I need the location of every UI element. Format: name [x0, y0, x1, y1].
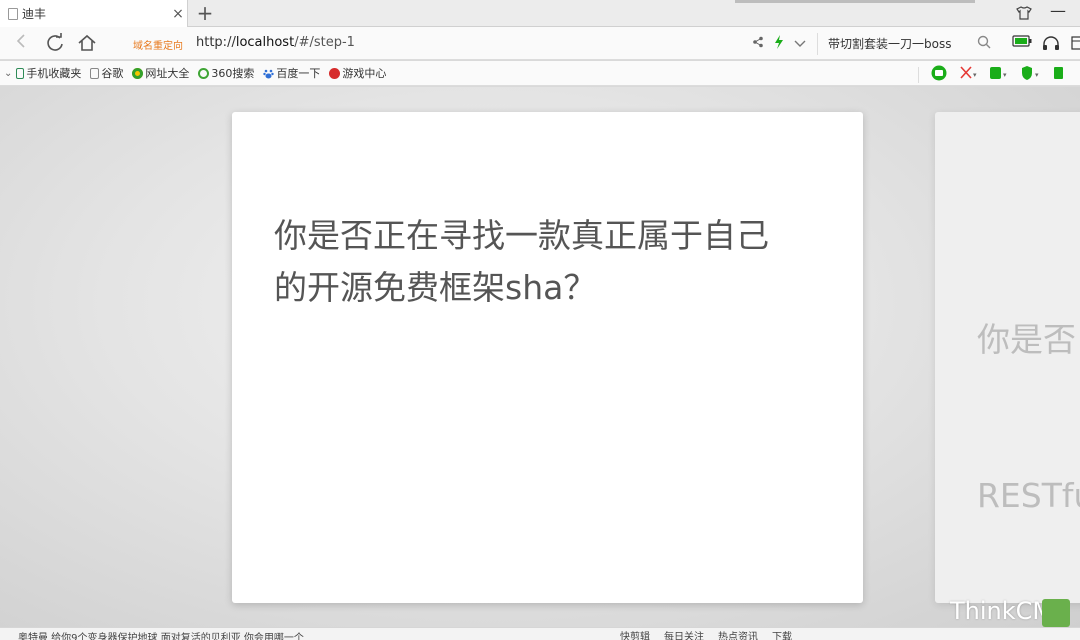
- bookmark-google[interactable]: 谷歌: [90, 65, 123, 81]
- extension-icons: ▾ ▾ ▾: [918, 65, 1063, 84]
- redirect-label[interactable]: 域名重定向: [133, 37, 183, 52]
- svg-text:▾: ▾: [973, 71, 977, 79]
- tab-title: 迪丰: [22, 7, 47, 21]
- wechat-icon[interactable]: [931, 65, 947, 84]
- new-tab-button[interactable]: +: [194, 2, 216, 24]
- url-directory-icon: [132, 67, 144, 79]
- page-icon: [90, 67, 100, 79]
- game-center-icon: [329, 67, 341, 79]
- url-host: localhost: [235, 35, 295, 50]
- tab-active[interactable]: 迪丰 ×: [0, 0, 188, 27]
- bookmark-label: 网址大全: [145, 67, 190, 80]
- status-item-download[interactable]: 下载: [772, 628, 792, 640]
- url-path: /#/step-1: [294, 35, 355, 50]
- status-item-hot-news[interactable]: 热点资讯: [718, 628, 758, 640]
- phone-icon: [16, 67, 25, 79]
- status-bar: 奥特曼 给你9个变身器保护地球 面对复活的贝利亚 你会用哪一个 快剪辑 每日关注…: [0, 627, 1080, 640]
- url-prefix: http://: [196, 35, 236, 50]
- divider: [918, 66, 919, 83]
- close-tab-icon[interactable]: ×: [169, 6, 187, 22]
- share-icon[interactable]: [752, 36, 764, 51]
- minimize-button[interactable]: —: [1050, 1, 1066, 20]
- status-item-daily-focus[interactable]: 每日关注: [664, 628, 704, 640]
- page-icon: [8, 7, 18, 20]
- home-icon[interactable]: [76, 33, 98, 55]
- battery-icon[interactable]: [1012, 35, 1032, 54]
- speed-mode-icon[interactable]: [774, 35, 784, 52]
- watermark-logo: [1042, 599, 1070, 627]
- app-icon[interactable]: [1053, 66, 1063, 83]
- popup-shadow: [735, 0, 975, 3]
- bookmark-label: 谷歌: [101, 67, 124, 80]
- skin-icon[interactable]: [1016, 6, 1032, 20]
- bookmark-360-search[interactable]: 360搜索: [198, 65, 254, 81]
- chevron-down-icon[interactable]: [794, 37, 806, 51]
- page-viewport: 你是否正在寻找一款真正属于自己 的开源免费框架sha？ 你是否 RESTfu T…: [0, 87, 1080, 627]
- bookmark-game-center[interactable]: 游戏中心: [329, 65, 386, 81]
- next-slide-line-2: RESTfu: [977, 476, 1080, 515]
- 360-search-icon: [198, 67, 210, 79]
- toolbar-icons: [1012, 35, 1080, 54]
- translate-icon[interactable]: ▾: [989, 66, 1009, 83]
- status-items: 快剪辑 每日关注 热点资讯 下载: [620, 628, 792, 640]
- presentation-slide-current[interactable]: 你是否正在寻找一款真正属于自己 的开源免费框架sha？: [232, 112, 863, 603]
- divider: [817, 33, 818, 55]
- shield-icon[interactable]: ▾: [1021, 66, 1041, 83]
- bookmark-label: 手机收藏夹: [26, 67, 82, 80]
- news-ticker[interactable]: 奥特曼 给你9个变身器保护地球 面对复活的贝利亚 你会用哪一个: [18, 629, 304, 640]
- search-icon[interactable]: [977, 35, 993, 51]
- next-slide-line-1: 你是否: [977, 320, 1076, 359]
- address-bar: 域名重定向 http://localhost/#/step-1 带切割套装一刀一…: [0, 27, 1080, 60]
- back-icon[interactable]: [10, 33, 32, 55]
- headphones-icon[interactable]: [1042, 35, 1060, 54]
- slide-heading-line-1: 你是否正在寻找一款真正属于自己: [274, 216, 769, 255]
- slide-heading-line-2: 的开源免费框架sha？: [274, 268, 597, 307]
- bookmark-label: 游戏中心: [342, 67, 387, 80]
- svg-text:▾: ▾: [1003, 71, 1007, 79]
- slide-heading: 你是否正在寻找一款真正属于自己 的开源免费框架sha？: [274, 210, 834, 314]
- sidebar-icon[interactable]: [1070, 35, 1080, 54]
- address-icons: [752, 35, 806, 52]
- scissors-icon[interactable]: ▾: [959, 66, 977, 83]
- bookmark-baidu[interactable]: 百度一下: [263, 65, 320, 81]
- bookmark-mobile[interactable]: 手机收藏夹: [16, 65, 81, 81]
- presentation-slide-next[interactable]: 你是否 RESTfu: [935, 112, 1080, 603]
- url-field[interactable]: http://localhost/#/step-1: [196, 35, 355, 50]
- bookmarks-chevron-icon[interactable]: ⌄: [4, 68, 12, 79]
- reload-icon[interactable]: [44, 33, 66, 55]
- baidu-paw-icon: [263, 68, 275, 79]
- bookmarks-bar: ⌄ 手机收藏夹 谷歌 网址大全 360搜索 百度一下 游戏中心 ▾ ▾ ▾: [0, 61, 1080, 86]
- status-item-quick-clip[interactable]: 快剪辑: [620, 628, 650, 640]
- search-input[interactable]: 带切割套装一刀一boss: [828, 35, 951, 52]
- tab-bar: 迪丰 × + —: [0, 0, 1080, 27]
- next-slide-heading: 你是否 RESTfu: [977, 210, 1080, 626]
- svg-text:▾: ▾: [1035, 71, 1039, 79]
- bookmark-url-directory[interactable]: 网址大全: [132, 65, 189, 81]
- bookmark-label: 360搜索: [211, 67, 255, 80]
- bookmark-label: 百度一下: [276, 67, 321, 80]
